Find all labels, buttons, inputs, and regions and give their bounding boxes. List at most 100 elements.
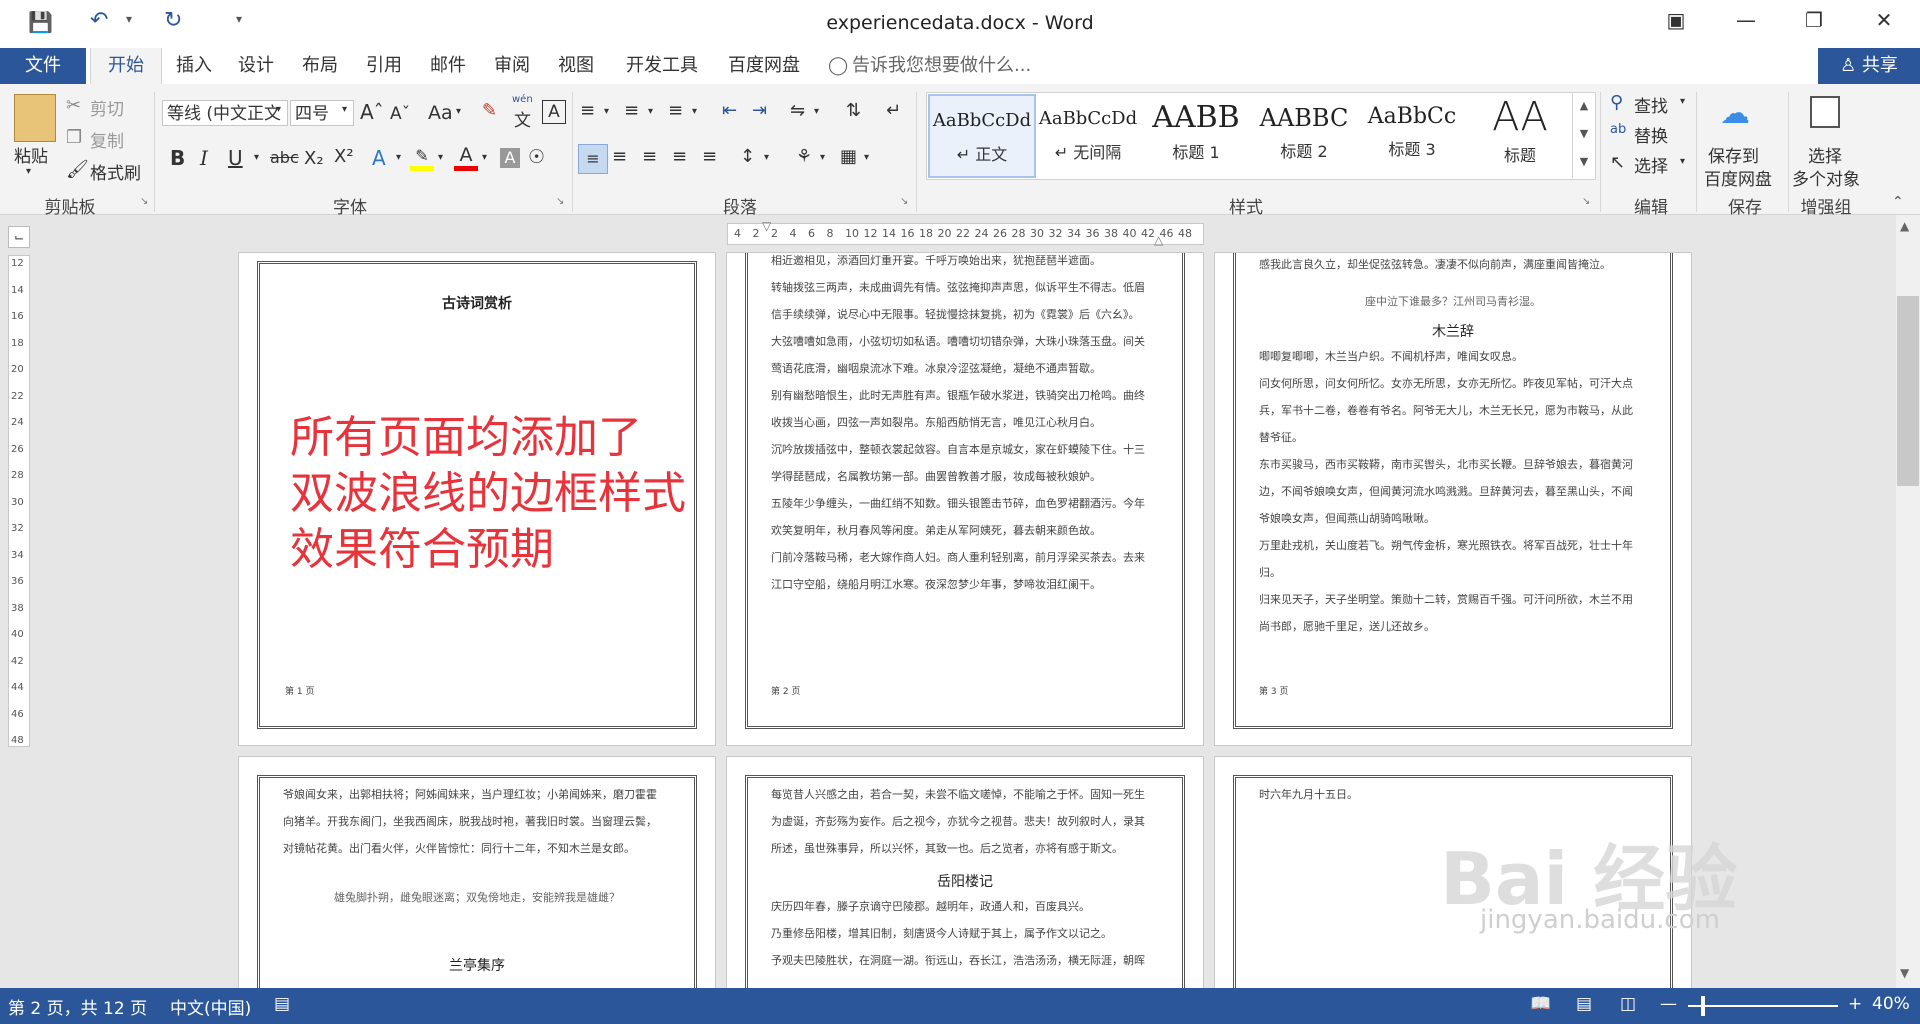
- numbering-icon[interactable]: ≡: [624, 100, 639, 121]
- distributed-icon[interactable]: ≡: [702, 146, 717, 167]
- zoom-level[interactable]: 40%: [1872, 994, 1910, 1014]
- minimize-button[interactable]: —: [1722, 8, 1770, 38]
- paragraph-launcher-icon[interactable]: ↘: [900, 196, 908, 207]
- tab-baidu-netdisk[interactable]: 百度网盘: [718, 48, 810, 84]
- font-launcher-icon[interactable]: ↘: [556, 196, 564, 207]
- chinese-layout-dropdown-icon[interactable]: ▾: [814, 106, 819, 117]
- bold-icon[interactable]: B: [170, 146, 185, 170]
- multilevel-list-dropdown-icon[interactable]: ▾: [692, 106, 697, 117]
- tab-developer[interactable]: 开发工具: [614, 48, 710, 84]
- zoom-slider-thumb[interactable]: [1701, 996, 1706, 1016]
- underline-dropdown-icon[interactable]: ▾: [254, 152, 259, 163]
- paste-icon[interactable]: [14, 94, 56, 142]
- line-spacing-dropdown-icon[interactable]: ▾: [764, 152, 769, 163]
- find-dropdown-icon[interactable]: ▾: [1680, 96, 1685, 107]
- tab-design[interactable]: 设计: [228, 48, 284, 84]
- shading-icon[interactable]: ⚘: [796, 146, 812, 167]
- change-case-dropdown-icon[interactable]: ▾: [456, 106, 461, 117]
- subscript-icon[interactable]: X₂: [304, 148, 324, 169]
- select-objects-line2[interactable]: 多个对象: [1792, 165, 1860, 190]
- styles-scroll-buttons[interactable]: ▲ ▼ ▼: [1572, 92, 1595, 178]
- bullets-icon[interactable]: ≡: [580, 100, 595, 121]
- web-layout-icon[interactable]: ◫: [1620, 994, 1636, 1014]
- horizontal-ruler[interactable]: 4 2 2 4 6 8 10 12 14 16 18 20 22 24 26 28 30 32 34 36 38 40 42…: [727, 223, 1204, 245]
- decrease-indent-icon[interactable]: ⇤: [722, 100, 737, 121]
- font-color-dropdown-icon[interactable]: ▾: [482, 152, 487, 163]
- format-painter-button[interactable]: 格式刷: [90, 159, 141, 184]
- underline-icon[interactable]: U: [228, 146, 243, 170]
- scroll-down-icon[interactable]: ▼: [1900, 966, 1909, 980]
- vertical-ruler[interactable]: 12 14 16 18 20 22 24 26 28 30 32 34 36 38 40 42 44 46 48: [8, 255, 30, 747]
- page-4[interactable]: 爷娘闻女来，出郭相扶将；阿姊闻妹来，当户理红妆；小弟闻姊来，磨刀霍霍 向猪羊。开我…: [238, 756, 716, 990]
- paste-dropdown-icon[interactable]: ▾: [26, 166, 31, 177]
- macro-record-icon[interactable]: ▤: [274, 994, 290, 1014]
- language-status[interactable]: 中文(中国): [170, 994, 251, 1019]
- shrink-font-icon[interactable]: Aˇ: [390, 104, 410, 124]
- select-cursor-icon[interactable]: ↖: [1610, 152, 1625, 173]
- character-shading-icon[interactable]: A: [500, 148, 520, 168]
- page-3[interactable]: 感我此言良久立，却坐促弦弦转急。凄凄不似向前声，满座重闻皆掩泣。 座中泣下谁最多…: [1214, 252, 1692, 746]
- tab-home[interactable]: 开始: [90, 48, 162, 84]
- read-mode-icon[interactable]: 📖: [1530, 994, 1551, 1014]
- align-left-icon[interactable]: ≡: [578, 144, 608, 174]
- bullets-dropdown-icon[interactable]: ▾: [604, 106, 609, 117]
- tab-file[interactable]: 文件: [0, 48, 86, 84]
- style-title[interactable]: AA 标题: [1468, 94, 1572, 174]
- share-button[interactable]: ♙ 共享: [1818, 48, 1920, 84]
- font-size-dropdown-icon[interactable]: ▾: [342, 104, 347, 115]
- scrollbar-thumb[interactable]: [1897, 296, 1919, 486]
- font-name-dropdown-icon[interactable]: ▾: [276, 104, 281, 115]
- style-normal[interactable]: AaBbCcDd ↵ 正文: [928, 94, 1036, 178]
- collapse-ribbon-icon[interactable]: ⌃: [1892, 194, 1904, 210]
- change-case-button[interactable]: Aa: [428, 102, 453, 124]
- tab-review[interactable]: 审阅: [484, 48, 540, 84]
- right-indent-marker-icon[interactable]: △: [1154, 233, 1163, 247]
- shading-dropdown-icon[interactable]: ▾: [820, 152, 825, 163]
- ribbon-display-icon[interactable]: ▣: [1652, 8, 1700, 38]
- format-painter-icon[interactable]: 🖌: [66, 159, 89, 180]
- character-border-icon[interactable]: A: [542, 100, 566, 124]
- tab-insert[interactable]: 插入: [166, 48, 222, 84]
- tab-view[interactable]: 视图: [548, 48, 604, 84]
- save-to-netdisk-line2[interactable]: 百度网盘: [1704, 165, 1772, 190]
- scroll-up-icon[interactable]: ▲: [1900, 219, 1909, 233]
- page-count-status[interactable]: 第 2 页，共 12 页: [8, 994, 147, 1019]
- cut-button[interactable]: 剪切: [90, 95, 124, 120]
- baidu-netdisk-icon[interactable]: ☁: [1720, 96, 1750, 131]
- select-objects-line1[interactable]: 选择: [1808, 142, 1842, 167]
- zoom-slider[interactable]: [1688, 1005, 1838, 1007]
- grow-font-icon[interactable]: Aˆ: [360, 100, 384, 124]
- align-right-icon[interactable]: ≡: [642, 146, 657, 167]
- tab-mailings[interactable]: 邮件: [420, 48, 476, 84]
- tab-layout[interactable]: 布局: [292, 48, 348, 84]
- style-heading-2[interactable]: AABBC 标题 2: [1252, 94, 1356, 174]
- paste-button[interactable]: 粘贴: [14, 142, 48, 167]
- line-spacing-icon[interactable]: ↕: [740, 146, 755, 167]
- copy-icon[interactable]: ❐: [66, 127, 82, 148]
- clear-formatting-icon[interactable]: ✎: [482, 100, 497, 121]
- sort-icon[interactable]: ⇅: [846, 100, 861, 121]
- italic-icon[interactable]: I: [200, 146, 208, 170]
- borders-dropdown-icon[interactable]: ▾: [864, 152, 869, 163]
- style-heading-1[interactable]: AABB 标题 1: [1144, 94, 1248, 174]
- restore-button[interactable]: ❐: [1790, 8, 1838, 38]
- enclose-characters-icon[interactable]: ☉: [528, 146, 545, 168]
- superscript-icon[interactable]: X²: [334, 146, 354, 167]
- find-icon[interactable]: ⚲: [1610, 92, 1623, 113]
- align-center-icon[interactable]: ≡: [612, 146, 627, 167]
- clipboard-launcher-icon[interactable]: ↘: [140, 196, 148, 207]
- multilevel-list-icon[interactable]: ≡: [668, 100, 683, 121]
- find-button[interactable]: 查找: [1634, 92, 1668, 117]
- copy-button[interactable]: 复制: [90, 127, 124, 152]
- borders-icon[interactable]: ▦: [840, 146, 857, 167]
- save-to-netdisk-line1[interactable]: 保存到: [1708, 142, 1759, 167]
- tell-me-search[interactable]: 告诉我您想要做什么...: [852, 48, 1092, 84]
- page-5[interactable]: 每览昔人兴感之由，若合一契，未尝不临文嗟悼，不能喻之于怀。固知一死生 为虚诞，齐彭…: [726, 756, 1204, 990]
- zoom-in-icon[interactable]: +: [1848, 994, 1862, 1014]
- page-2[interactable]: 相近邀相见，添酒回灯重开宴。千呼万唤始出来，犹抱琵琶半遮面。 转轴拨弦三两声，未成…: [726, 252, 1204, 746]
- styles-launcher-icon[interactable]: ↘: [1582, 196, 1590, 207]
- highlight-dropdown-icon[interactable]: ▾: [438, 152, 443, 163]
- cut-icon[interactable]: ✂: [66, 95, 81, 116]
- indent-marker-icon[interactable]: ▽: [762, 219, 771, 233]
- print-layout-icon[interactable]: ▤: [1576, 994, 1592, 1014]
